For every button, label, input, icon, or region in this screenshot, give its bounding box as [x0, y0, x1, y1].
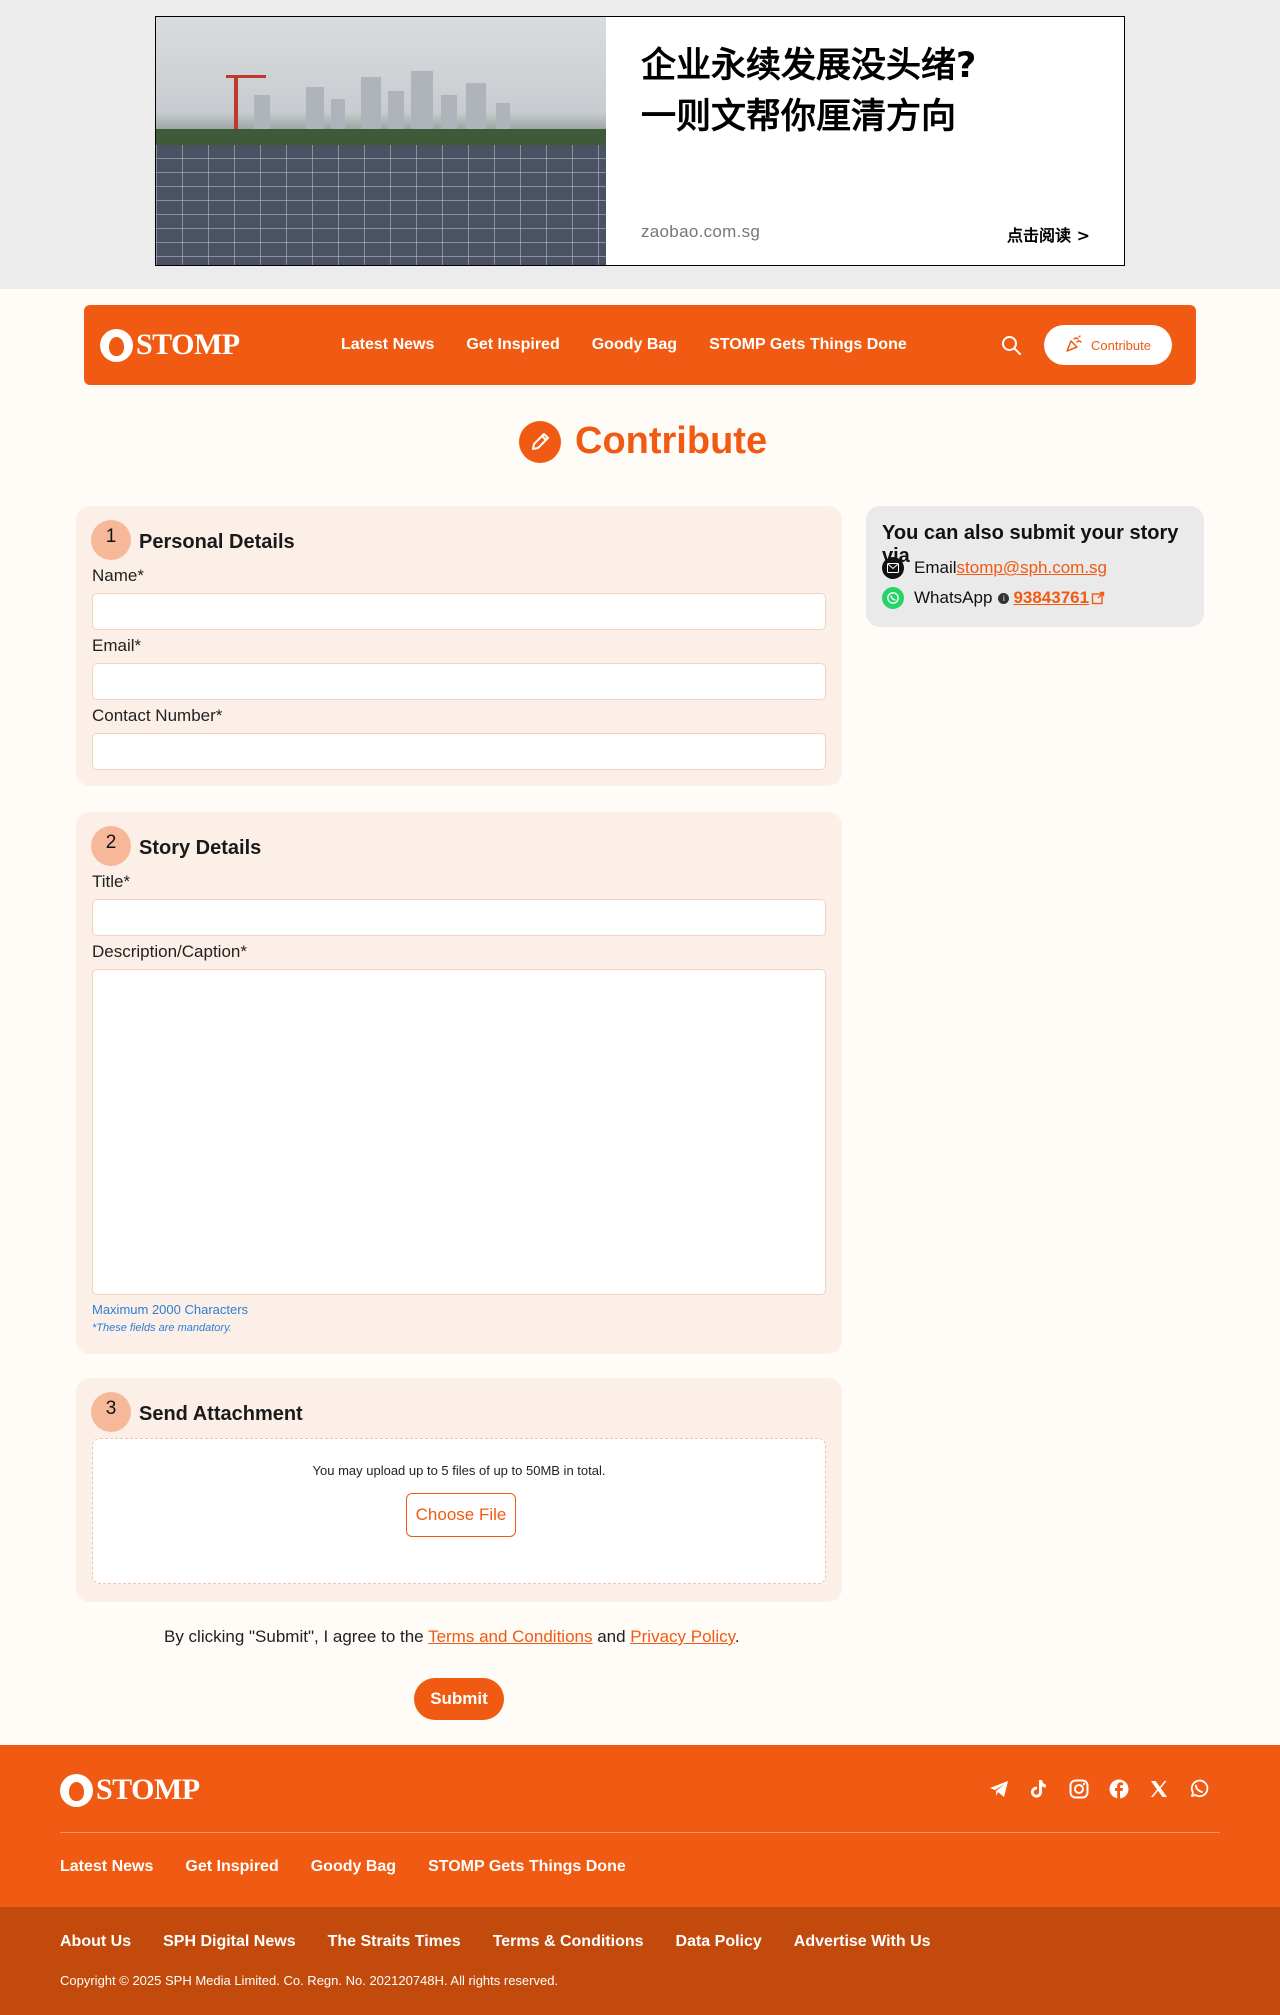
email-link[interactable]: stomp@sph.com.sg [957, 558, 1107, 578]
whatsapp-icon[interactable] [1188, 1778, 1209, 1799]
footer-straits-times[interactable]: The Straits Times [328, 1933, 461, 1951]
search-icon[interactable] [1000, 334, 1022, 356]
stomp-logo-text: STOMP [96, 1773, 200, 1806]
footer-bottom: About Us SPH Digital News The Straits Ti… [0, 1907, 1280, 2015]
footer-advertise-with-us[interactable]: Advertise With Us [794, 1933, 931, 1951]
title-input[interactable] [92, 899, 826, 936]
envelope-icon [882, 557, 904, 579]
nav-goody-bag[interactable]: Goody Bag [592, 336, 677, 354]
nav-get-inspired[interactable]: Get Inspired [466, 336, 559, 354]
ad-domain: zaobao.com.sg [641, 222, 761, 241]
personal-details-section: 1 Personal Details Name* Email* Contact … [76, 506, 842, 786]
ad-banner[interactable]: 企业永续发展没头绪? 一则文帮你厘清方向 zaobao.com.sg 点击阅读 … [155, 16, 1125, 266]
footer-nav-stomp-gets-things-done[interactable]: STOMP Gets Things Done [428, 1858, 626, 1876]
telegram-icon[interactable] [988, 1778, 1009, 1799]
footer-about-us[interactable]: About Us [60, 1933, 131, 1951]
section-header: 3 Send Attachment [91, 1392, 303, 1432]
footer-divider [60, 1832, 1220, 1833]
ad-zone: 企业永续发展没头绪? 一则文帮你厘清方向 zaobao.com.sg 点击阅读 … [0, 0, 1280, 289]
whatsapp-label: WhatsApp [914, 588, 993, 607]
email-input[interactable] [92, 663, 826, 700]
name-label: Name* [92, 566, 144, 585]
footer-logo[interactable]: STOMP [60, 1773, 200, 1807]
ad-image [156, 17, 606, 265]
whatsapp-number-link[interactable]: 93843761 [1013, 588, 1089, 608]
stomp-logo-icon [100, 328, 133, 362]
tiktok-icon[interactable] [1028, 1778, 1049, 1799]
social-links [988, 1778, 1209, 1799]
upload-limit-note: You may upload up to 5 files of up to 50… [312, 1463, 606, 1478]
ad-cta-link[interactable]: 点击阅读 > [1007, 222, 1090, 246]
page-title-text: Contribute [575, 420, 768, 462]
story-details-section: 2 Story Details Title* Description/Capti… [76, 812, 842, 1354]
contribute-button[interactable]: Contribute [1044, 325, 1172, 365]
section-header: 1 Personal Details [91, 520, 295, 560]
step-number-badge: 2 [91, 826, 131, 866]
main-nav: Latest News Get Inspired Goody Bag STOMP… [341, 305, 907, 385]
ad-headline: 企业永续发展没头绪? 一则文帮你厘清方向 [641, 46, 977, 137]
max-characters-hint: Maximum 2000 Characters [92, 1302, 249, 1317]
stomp-logo[interactable]: STOMP [100, 328, 240, 362]
nav-stomp-gets-things-done[interactable]: STOMP Gets Things Done [709, 336, 907, 354]
footer-nav-get-inspired[interactable]: Get Inspired [185, 1858, 278, 1876]
footer-nav-latest-news[interactable]: Latest News [60, 1858, 153, 1876]
title-label: Title* [92, 872, 131, 891]
submit-button[interactable]: Submit [414, 1678, 504, 1720]
mandatory-fields-note: *These fields are mandatory. [92, 1322, 232, 1334]
section-header: 2 Story Details [91, 826, 261, 866]
facebook-icon[interactable] [1108, 1778, 1129, 1799]
contact-number-label: Contact Number* [92, 706, 223, 725]
footer-nav: Latest News Get Inspired Goody Bag STOMP… [60, 1858, 626, 1876]
alternative-submit-box: You can also submit your story via Email… [866, 506, 1204, 627]
pencil-icon [519, 420, 561, 463]
agreement-prefix: By clicking "Submit", I agree to the [164, 1627, 429, 1646]
email-label: Email [914, 558, 957, 577]
email-row: Email stomp@sph.com.sg [882, 557, 1107, 579]
agreement-text: By clicking "Submit", I agree to the Ter… [164, 1627, 740, 1647]
whatsapp-row: WhatsApp i 93843761 [882, 587, 1105, 609]
footer-top: STOMP Latest News Get Inspired Goody Bag… [0, 1745, 1280, 1907]
privacy-link[interactable]: Privacy Policy [630, 1627, 735, 1646]
footer-legal-nav: About Us SPH Digital News The Straits Ti… [60, 1933, 931, 1951]
step-number-badge: 3 [91, 1392, 131, 1432]
contact-number-input[interactable] [92, 733, 826, 770]
whatsapp-icon [882, 587, 904, 609]
agreement-and: and [592, 1627, 631, 1646]
footer-terms-conditions[interactable]: Terms & Conditions [493, 1933, 644, 1951]
file-dropzone[interactable]: You may upload up to 5 files of up to 50… [92, 1438, 826, 1584]
section-title: Story Details [139, 836, 262, 859]
page-title: Contribute [519, 420, 767, 463]
agreement-suffix: . [734, 1627, 740, 1646]
stomp-logo-icon [60, 1773, 93, 1807]
name-input[interactable] [92, 593, 826, 630]
description-textarea[interactable] [92, 969, 826, 1295]
description-label: Description/Caption* [92, 942, 247, 961]
terms-link[interactable]: Terms and Conditions [428, 1627, 592, 1646]
step-number-badge: 1 [91, 520, 131, 560]
send-attachment-section: 3 Send Attachment You may upload up to 5… [76, 1378, 842, 1602]
section-title: Send Attachment [139, 1402, 303, 1425]
nav-latest-news[interactable]: Latest News [341, 336, 434, 354]
email-label: Email* [92, 636, 142, 655]
contribute-button-label: Contribute [1091, 337, 1151, 353]
instagram-icon[interactable] [1068, 1778, 1089, 1799]
footer-nav-goody-bag[interactable]: Goody Bag [311, 1858, 396, 1876]
copyright-text: Copyright © 2025 SPH Media Limited. Co. … [60, 1973, 559, 1988]
choose-file-button[interactable]: Choose File [406, 1493, 516, 1537]
x-icon[interactable] [1148, 1778, 1169, 1799]
stomp-logo-text: STOMP [136, 328, 240, 361]
external-link-icon[interactable] [1091, 591, 1105, 605]
section-title: Personal Details [139, 530, 295, 553]
site-header: STOMP Latest News Get Inspired Goody Bag… [84, 305, 1196, 385]
footer-data-policy[interactable]: Data Policy [676, 1933, 762, 1951]
party-popper-icon [1065, 334, 1083, 356]
footer-sph-digital-news[interactable]: SPH Digital News [163, 1933, 295, 1951]
info-icon[interactable]: i [998, 592, 1010, 604]
